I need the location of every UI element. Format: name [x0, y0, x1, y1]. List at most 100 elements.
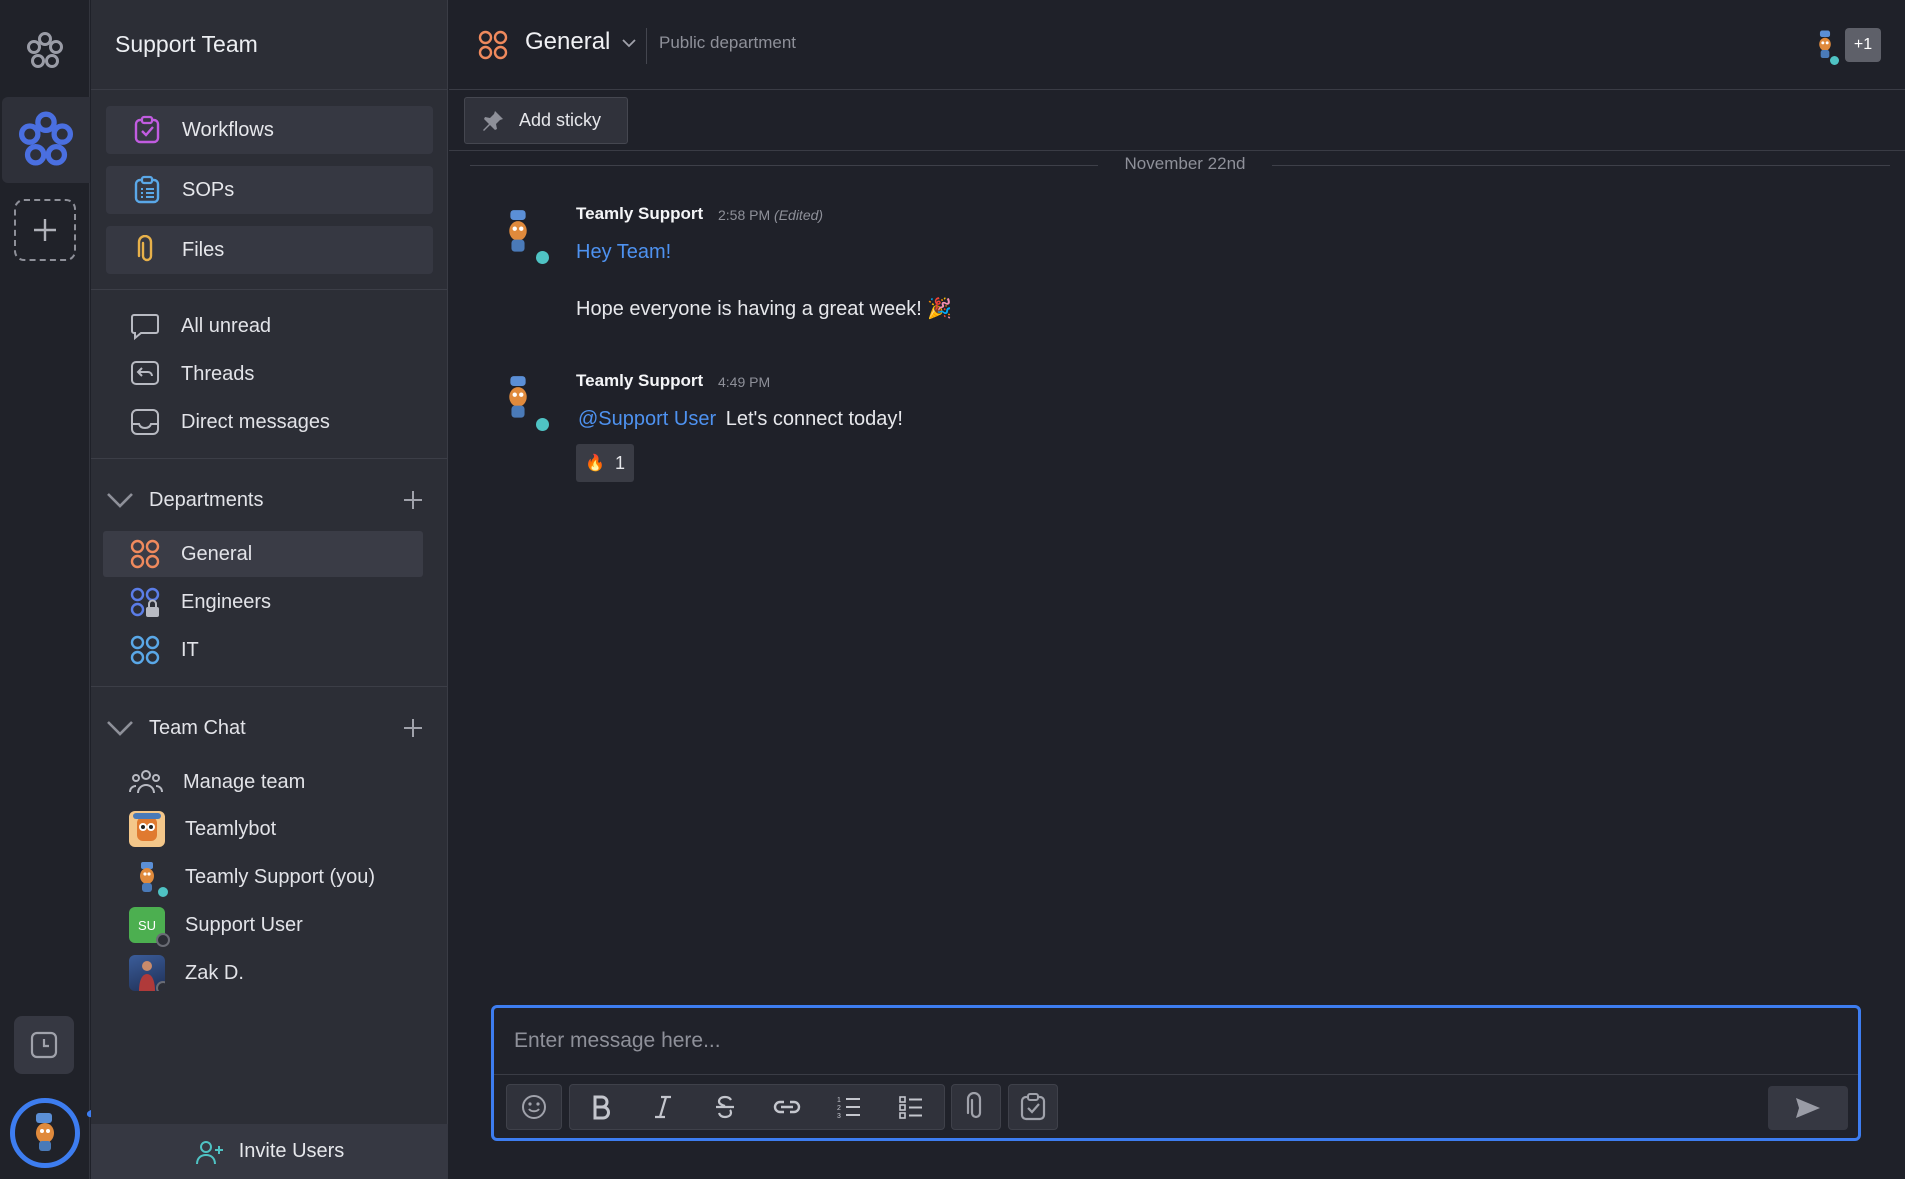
message-edited-tag: (Edited): [774, 207, 824, 223]
date-divider-line: [1272, 165, 1890, 166]
sidebar-item-engineers[interactable]: Engineers: [103, 579, 423, 625]
sidebar-item-teamlybot[interactable]: Teamlybot: [129, 809, 276, 849]
task-button[interactable]: [1009, 1085, 1057, 1129]
all-unread-label: All unread: [181, 314, 272, 337]
send-icon: [1796, 1098, 1820, 1118]
app-logo-icon[interactable]: [18, 24, 72, 78]
photo-avatar: [129, 955, 165, 991]
member-avatar[interactable]: [1812, 28, 1840, 65]
bold-button[interactable]: [570, 1085, 632, 1129]
bullet-list-icon: [899, 1096, 922, 1119]
message-avatar[interactable]: [498, 374, 538, 422]
sidebar-item-zak-d[interactable]: Zak D.: [129, 953, 244, 993]
fire-emoji-icon: 🔥: [585, 455, 605, 472]
sops-label: SOPs: [182, 178, 235, 201]
add-department-icon[interactable]: [401, 488, 425, 512]
online-status-icon: [536, 251, 549, 264]
attach-tool-group: [951, 1084, 1001, 1130]
attach-button[interactable]: [952, 1085, 1000, 1129]
mascot-avatar-icon: [36, 1113, 54, 1151]
channel-header: General Public department +1: [449, 0, 1905, 90]
link-icon: [773, 1100, 801, 1114]
online-status-icon: [156, 885, 170, 899]
engineers-label: Engineers: [181, 590, 272, 613]
workspace-support-team[interactable]: [2, 97, 90, 183]
message-text: Hey Team!: [576, 241, 672, 263]
zak-d-label: Zak D.: [185, 961, 244, 984]
team-chat-section-header[interactable]: Team Chat: [105, 708, 425, 748]
pin-icon: [483, 110, 503, 131]
user-mention[interactable]: @Support User: [578, 408, 716, 430]
reaction-count: 1: [614, 452, 625, 473]
task-icon: [1020, 1093, 1046, 1121]
channel-title[interactable]: General: [525, 28, 637, 56]
direct-messages-label: Direct messages: [181, 410, 330, 433]
add-workspace-button[interactable]: [14, 199, 76, 261]
invite-users-label: Invite Users: [238, 1140, 345, 1162]
sops-card[interactable]: SOPs: [106, 166, 433, 214]
numbered-list-icon: 123: [837, 1097, 860, 1120]
department-icon: [130, 635, 160, 665]
sidebar-divider: [91, 289, 447, 290]
departments-title: Departments: [149, 488, 264, 511]
message-avatar[interactable]: [498, 208, 538, 256]
format-tool-group: 123: [569, 1084, 945, 1130]
support-user-label: Support User: [185, 913, 303, 936]
italic-button[interactable]: [632, 1085, 694, 1129]
departments-section-header[interactable]: Departments: [105, 480, 425, 520]
manage-team-label: Manage team: [183, 770, 306, 793]
clock-icon: [30, 1031, 58, 1059]
workflows-card[interactable]: Workflows: [106, 106, 433, 154]
chevron-down-icon[interactable]: [105, 718, 135, 738]
emoji-button[interactable]: [507, 1085, 561, 1129]
add-chat-icon[interactable]: [401, 716, 425, 740]
online-status-icon: [536, 418, 549, 431]
add-sticky-button[interactable]: Add sticky: [464, 97, 628, 144]
emoji-tool-group: [506, 1084, 562, 1130]
sidebar-item-all-unread[interactable]: All unread: [129, 306, 271, 346]
bullet-list-button[interactable]: [880, 1085, 942, 1129]
sidebar-item-support-user[interactable]: SU Support User: [129, 905, 303, 947]
date-divider-line: [470, 165, 1098, 166]
strikethrough-icon: [716, 1095, 734, 1119]
add-sticky-label: Add sticky: [519, 110, 602, 130]
numbered-list-button[interactable]: 123: [818, 1085, 880, 1129]
workflows-icon: [134, 115, 160, 144]
sidebar-item-direct-messages[interactable]: Direct messages: [129, 402, 330, 442]
message-input[interactable]: [494, 1008, 1858, 1074]
avatar-initials: SU: [137, 917, 157, 933]
mascot-avatar: [129, 859, 170, 899]
workspace-rail: [0, 0, 90, 1179]
teamlybot-label: Teamlybot: [185, 817, 277, 840]
sidebar-item-it[interactable]: IT: [103, 627, 423, 673]
strikethrough-button[interactable]: [694, 1085, 756, 1129]
channel-title-text: General: [525, 28, 611, 55]
emoji-icon: [522, 1095, 546, 1119]
message-author[interactable]: Teamly Support: [576, 371, 703, 391]
sidebar-item-teamly-support[interactable]: Teamly Support (you): [129, 857, 375, 899]
sops-icon: [134, 175, 160, 204]
member-overflow-badge[interactable]: +1: [1845, 28, 1881, 62]
chevron-down-icon[interactable]: [105, 490, 135, 510]
invite-users-button[interactable]: Invite Users: [91, 1124, 448, 1179]
composer-divider: [494, 1074, 1858, 1075]
sidebar-divider: [91, 458, 447, 459]
history-button[interactable]: [14, 1016, 74, 1074]
send-button[interactable]: [1768, 1086, 1848, 1130]
message-time: 2:58 PM (Edited): [718, 207, 823, 223]
message-author[interactable]: Teamly Support: [576, 204, 703, 224]
link-button[interactable]: [756, 1085, 818, 1129]
reaction-chip[interactable]: 🔥 1: [576, 444, 634, 482]
message-body: Let's connect today!: [725, 408, 903, 430]
sidebar-item-threads[interactable]: Threads: [129, 354, 254, 394]
chevron-down-icon[interactable]: [621, 37, 637, 49]
team-icon: [129, 770, 163, 794]
files-label: Files: [182, 238, 225, 261]
sidebar-item-general[interactable]: General: [103, 531, 423, 577]
files-card[interactable]: Files: [106, 226, 433, 274]
sidebar-item-manage-team[interactable]: Manage team: [129, 762, 305, 802]
task-tool-group: [1008, 1084, 1058, 1130]
bot-avatar: [129, 811, 165, 847]
chat-bubble-icon: [131, 314, 159, 341]
workspace-name[interactable]: Support Team: [91, 0, 447, 90]
